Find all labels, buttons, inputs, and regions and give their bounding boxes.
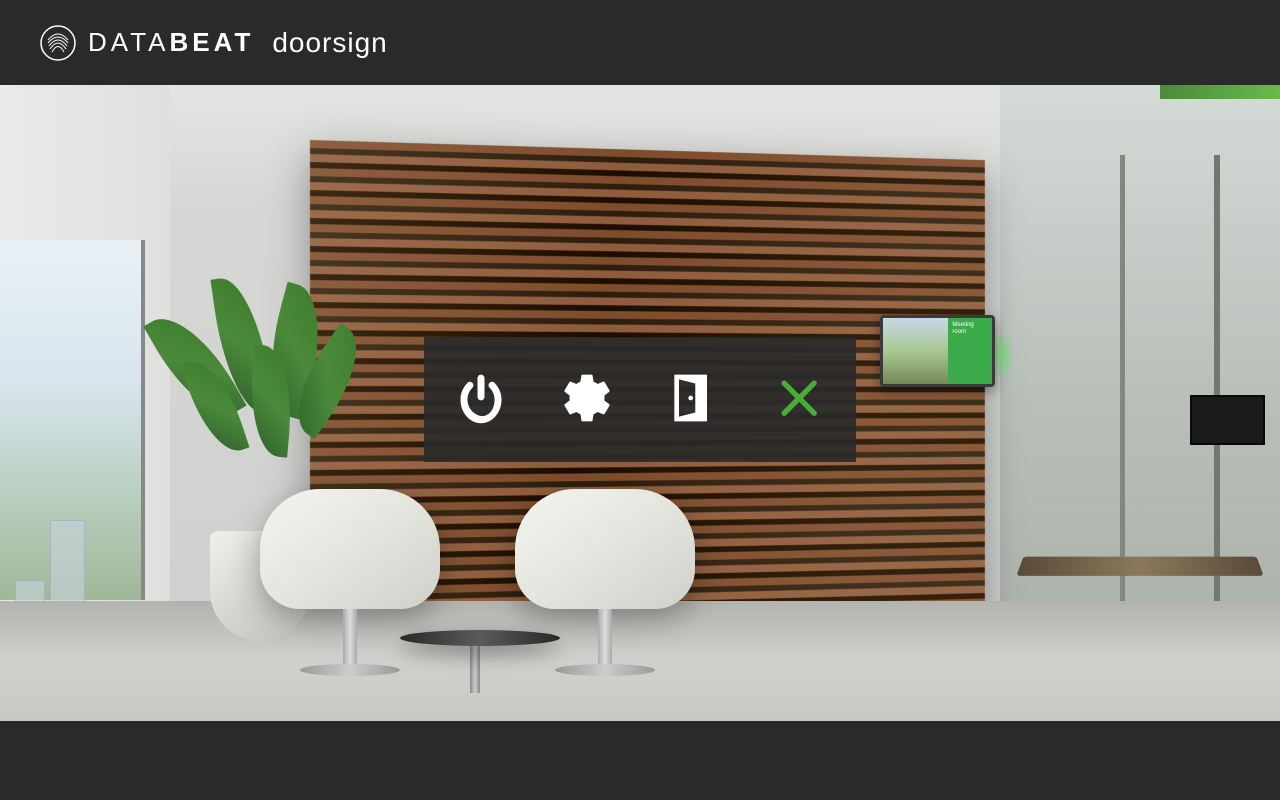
tablet-content-image bbox=[883, 318, 948, 384]
scene-green-strip bbox=[1160, 85, 1280, 99]
door-icon bbox=[665, 370, 721, 429]
control-toolbar bbox=[424, 337, 856, 462]
brand-part2: BEAT bbox=[169, 27, 254, 57]
doorsign-tablet: Meeting room bbox=[880, 315, 995, 387]
content-viewport: Meeting room bbox=[0, 85, 1280, 721]
gear-icon bbox=[559, 370, 615, 429]
brand-logo: DATABEAT doorsign bbox=[40, 25, 388, 61]
scene-glass-frame bbox=[1120, 155, 1125, 655]
scene-conference-table bbox=[1016, 557, 1263, 576]
brand-name: DATABEAT bbox=[88, 27, 254, 58]
close-icon bbox=[771, 370, 827, 429]
scene-chair bbox=[515, 489, 695, 676]
tablet-status-panel: Meeting room bbox=[948, 318, 992, 384]
scene-window bbox=[0, 240, 145, 600]
close-button[interactable] bbox=[767, 368, 831, 432]
power-button[interactable] bbox=[449, 368, 513, 432]
exit-button[interactable] bbox=[661, 368, 725, 432]
scene-chair bbox=[260, 489, 440, 676]
scene-table-leg bbox=[470, 643, 480, 693]
brand-part1: DATA bbox=[88, 27, 169, 57]
app-footer bbox=[0, 721, 1280, 800]
power-icon bbox=[453, 370, 509, 429]
product-name: doorsign bbox=[272, 27, 387, 59]
fingerprint-icon bbox=[40, 25, 76, 61]
tablet-room-label: Meeting room bbox=[952, 322, 988, 336]
app-header: DATABEAT doorsign bbox=[0, 0, 1280, 85]
scene-tv bbox=[1190, 395, 1265, 445]
settings-button[interactable] bbox=[555, 368, 619, 432]
scene-tablet-glow bbox=[992, 335, 1012, 375]
